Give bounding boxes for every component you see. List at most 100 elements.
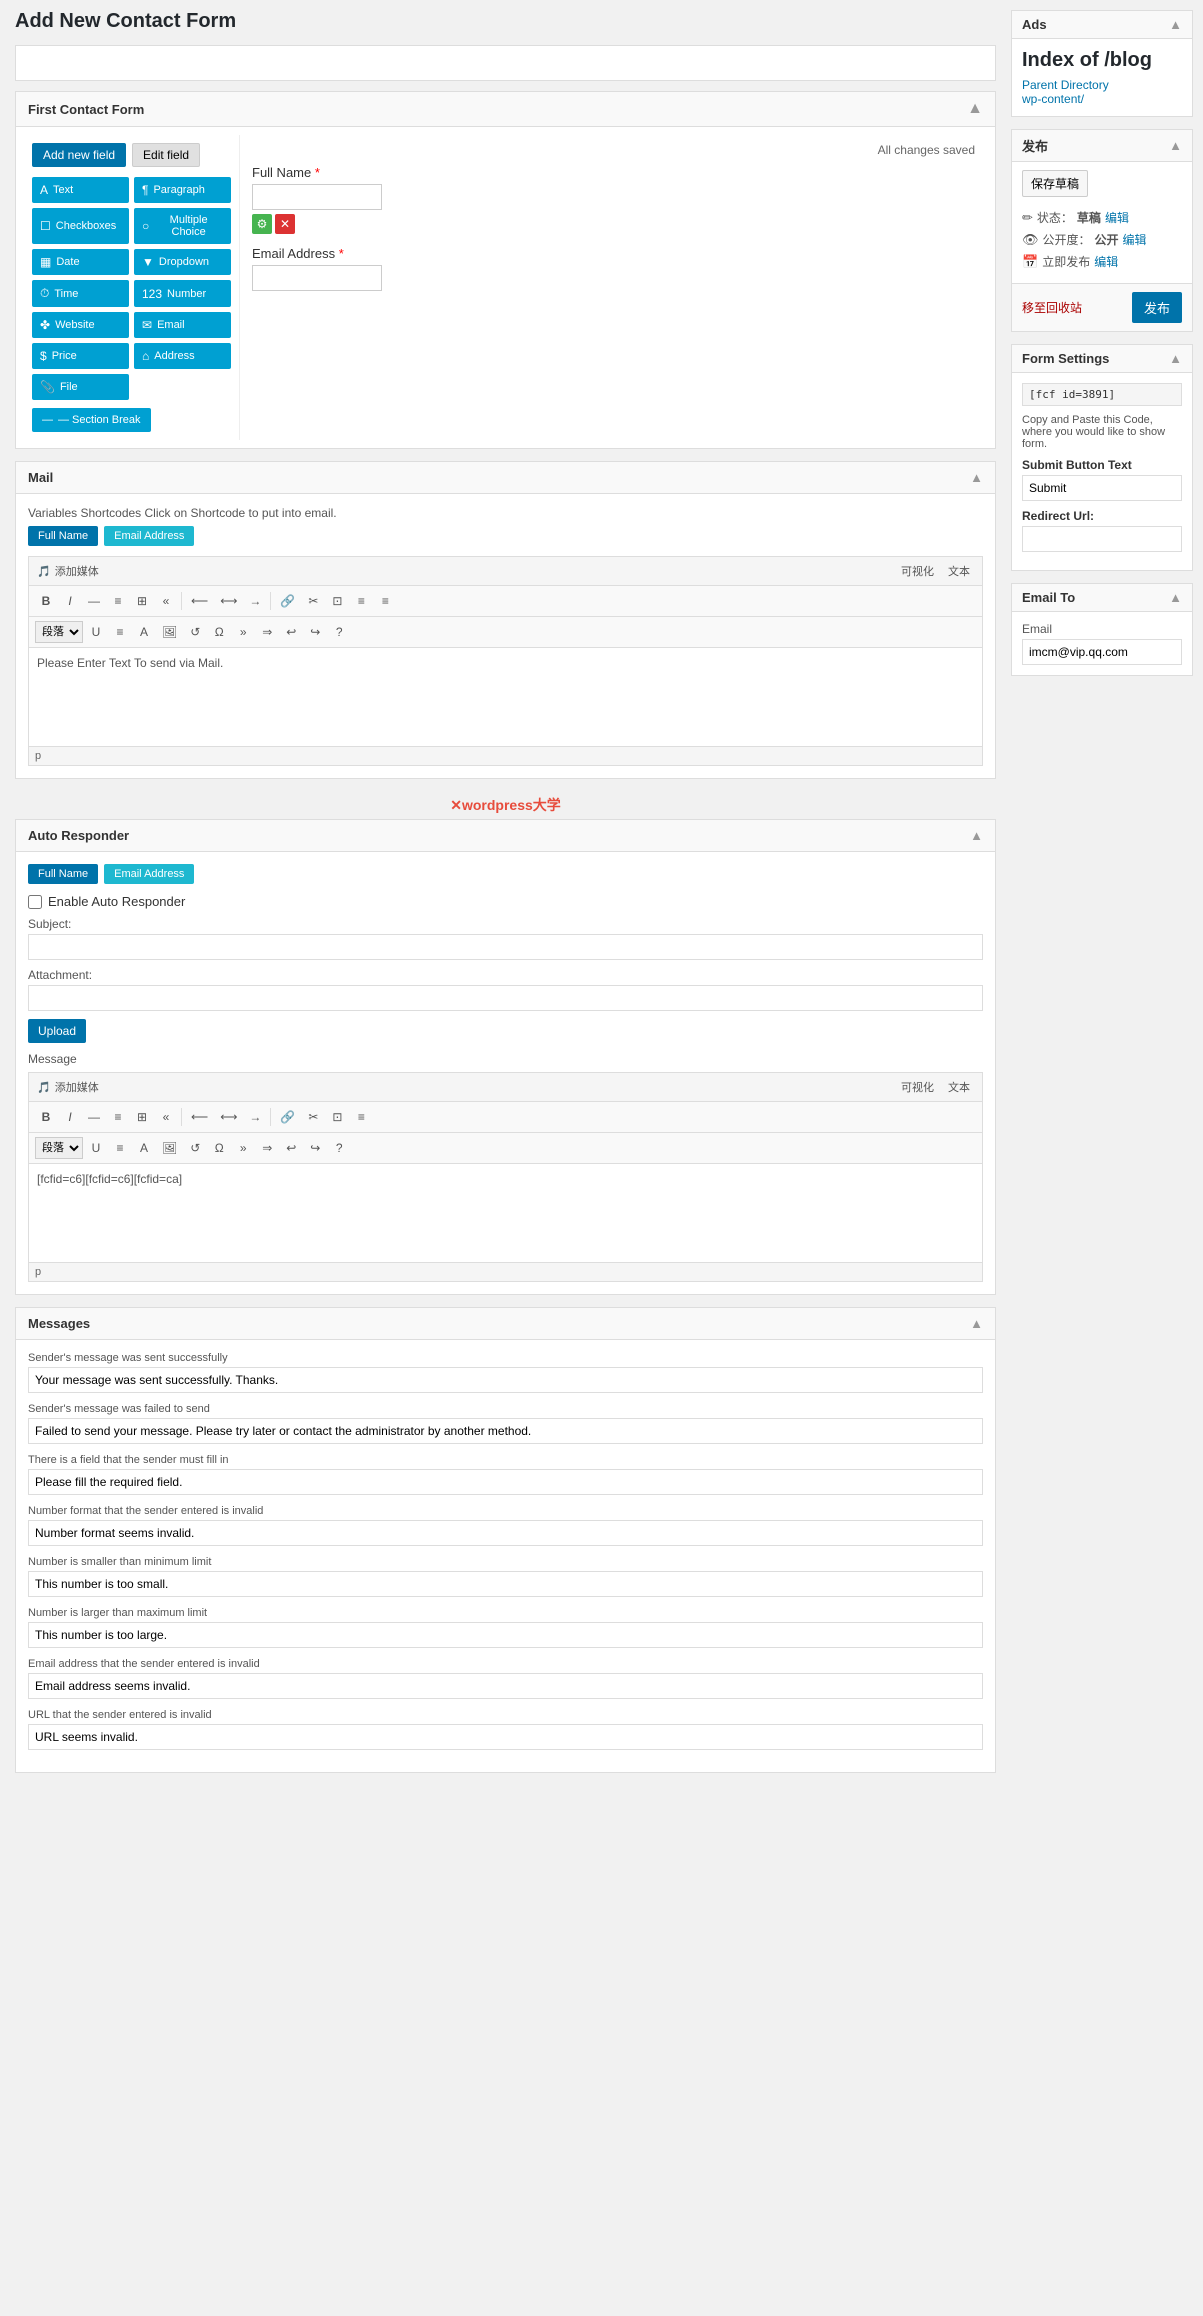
paragraph-select[interactable]: 段落 [35,621,83,643]
message-input-4[interactable] [28,1571,983,1597]
ar-insert-more-btn[interactable]: ⊡ [326,1106,348,1128]
save-draft-button[interactable]: 保存草稿 [1022,170,1088,197]
outdent-btn[interactable]: ⇒ [256,621,278,643]
ar-unlink-btn[interactable]: ✂ [302,1106,324,1128]
ar-omega-btn[interactable]: Ω [208,1137,230,1159]
field-btn-file[interactable]: 📎 File [32,374,129,400]
message-input-7[interactable] [28,1724,983,1750]
message-input-0[interactable] [28,1367,983,1393]
unlink-btn[interactable]: ✂ [302,590,324,612]
align-left-btn[interactable]: ⟵ [186,590,213,612]
message-input-1[interactable] [28,1418,983,1444]
ul-btn[interactable]: ≡ [107,590,129,612]
status-edit-link[interactable]: 编辑 [1105,209,1129,226]
ar-insert-image-btn[interactable]: 🖼 [157,1137,182,1159]
email-address-input[interactable] [252,265,382,291]
publish-button[interactable]: 发布 [1132,292,1182,323]
email-to-collapse-icon[interactable]: ▲ [1169,590,1182,605]
ar-paragraph-select[interactable]: 段落 [35,1137,83,1159]
publish-time-edit-link[interactable]: 编辑 [1094,253,1118,270]
insert-image-btn[interactable]: 🖼 [157,621,182,643]
ar-ol-btn[interactable]: ⊞ [131,1106,153,1128]
omega-btn[interactable]: Ω [208,621,230,643]
field-btn-address[interactable]: ⌂ Address [134,343,231,369]
upload-button[interactable]: Upload [28,1019,86,1043]
blockquote-btn[interactable]: « [155,590,177,612]
help-btn[interactable]: ? [328,621,350,643]
ar-fullscreen-btn[interactable]: ≡ [350,1106,372,1128]
insert-more-btn[interactable]: ⊡ [326,590,348,612]
email-to-input[interactable] [1022,639,1182,665]
ar-underline-btn[interactable]: U [85,1137,107,1159]
redirect-url-input[interactable] [1022,526,1182,552]
ar-editor-body[interactable]: [fcfid=c6][fcfid=c6][fcfid=ca] [28,1163,983,1263]
ar-var-btn-full-name[interactable]: Full Name [28,864,98,884]
field-btn-checkboxes[interactable]: ☐ Checkboxes [32,208,129,244]
ar-justify-btn[interactable]: ≡ [109,1137,131,1159]
undo-btn[interactable]: ↩ [280,621,302,643]
ar-link-btn[interactable]: 🔗 [275,1106,300,1128]
ar-visual-view-btn[interactable]: 可视化 [897,1077,938,1097]
toolbar-toggle-btn[interactable]: ≡ [374,590,396,612]
ol-btn[interactable]: ⊞ [131,590,153,612]
parent-dir-link[interactable]: Parent Directory [1022,78,1182,92]
field-settings-btn[interactable]: ⚙ [252,214,272,234]
bold-btn[interactable]: B [35,590,57,612]
enable-auto-responder-label[interactable]: Enable Auto Responder [48,894,185,909]
ar-ul-btn[interactable]: ≡ [107,1106,129,1128]
ar-strikethrough-btn[interactable]: — [83,1106,105,1128]
ar-help-btn[interactable]: ? [328,1137,350,1159]
fullscreen-btn[interactable]: ≡ [350,590,372,612]
visibility-edit-link[interactable]: 编辑 [1123,231,1147,248]
submit-button-text-input[interactable] [1022,475,1182,501]
ar-add-media-btn[interactable]: 🎵 添加媒体 [37,1079,99,1095]
field-btn-multiple-choice[interactable]: ○ Multiple Choice [134,208,231,244]
ar-align-left-btn[interactable]: ⟵ [186,1106,213,1128]
form-settings-code[interactable]: [fcf id=3891] [1022,383,1182,406]
justify-btn[interactable]: ≡ [109,621,131,643]
message-input-5[interactable] [28,1622,983,1648]
publish-panel-collapse-icon[interactable]: ▲ [1169,138,1182,153]
message-input-2[interactable] [28,1469,983,1495]
special-char-btn[interactable]: ↺ [184,621,206,643]
indent-btn[interactable]: » [232,621,254,643]
wp-content-link[interactable]: wp-content/ [1022,92,1182,106]
align-right-btn[interactable]: → [244,590,266,612]
field-delete-btn[interactable]: ✕ [275,214,295,234]
subject-input[interactable] [28,934,983,960]
section-break-button[interactable]: — — Section Break [32,408,151,432]
mail-add-media-btn[interactable]: 🎵 添加媒体 [37,563,99,579]
field-btn-email[interactable]: ✉ Email [134,312,231,338]
ar-blockquote-btn[interactable]: « [155,1106,177,1128]
ar-outdent-btn[interactable]: ⇒ [256,1137,278,1159]
mail-visual-view-btn[interactable]: 可视化 [897,561,938,581]
auto-responder-collapse-icon[interactable]: ▲ [970,828,983,843]
ads-panel-collapse-icon[interactable]: ▲ [1169,17,1182,32]
ar-align-right-btn[interactable]: → [244,1106,266,1128]
field-btn-price[interactable]: $ Price [32,343,129,369]
ar-text-color-btn[interactable]: A [133,1137,155,1159]
message-input-3[interactable] [28,1520,983,1546]
add-new-field-tab[interactable]: Add new field [32,143,126,167]
var-btn-full-name[interactable]: Full Name [28,526,98,546]
edit-field-tab[interactable]: Edit field [132,143,200,167]
underline-btn[interactable]: U [85,621,107,643]
ar-italic-btn[interactable]: I [59,1106,81,1128]
text-color-btn[interactable]: A [133,621,155,643]
ar-var-btn-email-address[interactable]: Email Address [104,864,194,884]
mail-text-view-btn[interactable]: 文本 [944,561,974,581]
align-center-btn[interactable]: ⟷ [215,590,242,612]
messages-panel-collapse-icon[interactable]: ▲ [970,1316,983,1331]
field-btn-number[interactable]: 123 Number [134,280,231,307]
field-btn-time[interactable]: ⏱ Time [32,280,129,307]
strikethrough-btn[interactable]: — [83,590,105,612]
italic-btn[interactable]: I [59,590,81,612]
ar-bold-btn[interactable]: B [35,1106,57,1128]
form-builder-collapse-icon[interactable]: ▲ [967,100,983,118]
message-input-6[interactable] [28,1673,983,1699]
field-btn-website[interactable]: ✤ Website [32,312,129,338]
field-btn-dropdown[interactable]: ▼ Dropdown [134,249,231,275]
form-settings-collapse-icon[interactable]: ▲ [1169,351,1182,366]
full-name-input[interactable] [252,184,382,210]
ar-align-center-btn[interactable]: ⟷ [215,1106,242,1128]
